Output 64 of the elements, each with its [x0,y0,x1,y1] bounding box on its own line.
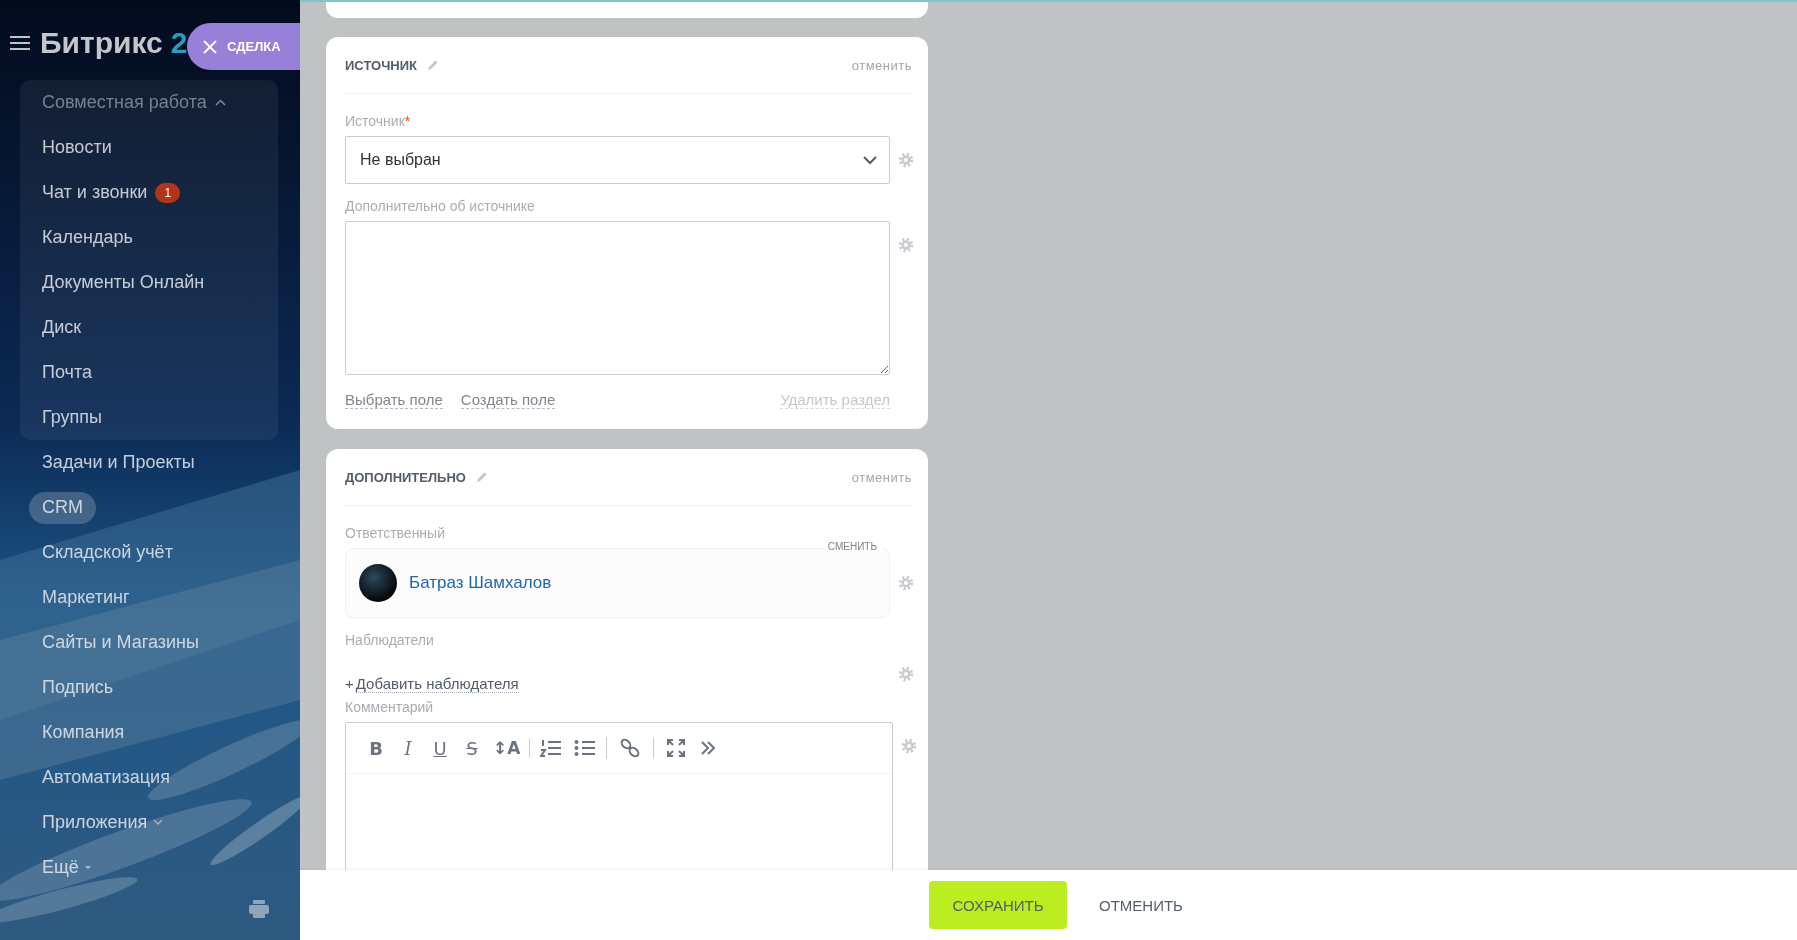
field-label: Ответственный [345,525,446,541]
sidebar-item[interactable]: Подпись [42,677,114,698]
field-link[interactable]: Создать поле [460,391,556,409]
cancel-link[interactable]: отменить [851,57,912,73]
strike-button[interactable]: S [458,734,486,762]
sidebar-item[interactable]: Новости [42,137,112,158]
change-link[interactable]: СМЕНИТЬ [822,541,882,552]
cancel-link[interactable]: отменить [851,469,912,485]
sidebar-item[interactable]: Компания [42,722,125,743]
font-size-button[interactable]: ↕A [490,734,524,762]
chevron-down-icon [153,819,164,826]
sidebar-item[interactable]: Почта [42,362,92,383]
sidebar-item[interactable]: Группы [42,407,102,428]
field-link[interactable]: Выбрать поле [345,391,443,409]
section-title: ИСТОЧНИК [345,57,417,73]
italic-button[interactable]: I [394,734,422,762]
avatar [359,564,397,602]
sidebar-item[interactable]: Документы Онлайн [42,272,205,293]
gear-icon[interactable] [898,237,914,253]
gear-icon[interactable] [898,666,914,682]
caret-icon [84,865,91,870]
close-icon [203,39,217,54]
group-title[interactable]: Совместная работа [42,92,226,113]
text-area[interactable] [345,221,890,375]
plus-sign: + [345,675,354,693]
sidebar-item[interactable]: Маркетинг [42,587,130,608]
sidebar-item[interactable]: Приложения [42,812,164,833]
sidebar-item[interactable]: CRM [29,491,96,524]
double-chevron-icon[interactable] [700,740,717,756]
cancel-button[interactable]: ОТМЕНИТЬ [1081,881,1201,929]
logo-number: 2 [170,26,188,60]
numbered-list-icon[interactable] [540,739,563,757]
link-icon[interactable] [619,737,642,759]
sidebar-item[interactable]: Чат и звонки [42,182,148,203]
fullscreen-icon[interactable] [666,738,687,758]
sidebar-item[interactable]: Ещё [42,857,91,878]
section-title: ДОПОЛНИТЕЛЬНО [345,469,466,485]
logo-text: Битрикс [40,26,163,60]
user-name-link[interactable]: Батраз Шамхалов [409,573,552,593]
sidebar-item[interactable]: Складской учёт [42,542,173,563]
pencil-icon[interactable] [475,471,488,483]
add-observer-link[interactable]: Добавить наблюдателя [355,675,519,693]
pencil-icon[interactable] [426,59,439,71]
chevron-down-icon [863,155,877,165]
field-label: Комментарий [345,699,435,715]
save-button[interactable]: СОХРАНИТЬ [929,881,1067,929]
close-deal-tab[interactable]: СДЕЛКА [187,23,300,70]
underline-button[interactable]: U [426,734,454,762]
sidebar-item[interactable]: Задачи и Проекты [42,452,195,473]
sidebar-item[interactable]: Диск [42,317,82,338]
field-label: Источник* [345,113,412,129]
sidebar-item[interactable]: Сайты и Магазины [42,632,199,653]
select-field[interactable]: Не выбран [345,136,890,184]
field-label: Наблюдатели [345,632,435,648]
field-label: Дополнительно об источнике [345,198,536,214]
bullet-list-icon[interactable] [574,739,597,757]
bold-button[interactable]: B [362,734,390,762]
sidebar-item[interactable]: Автоматизация [42,767,170,788]
gear-icon[interactable] [898,152,914,168]
printer-icon[interactable] [249,900,269,918]
sidebar-item[interactable]: Календарь [42,227,133,248]
menu-icon[interactable] [10,35,30,51]
gear-icon[interactable] [898,575,914,591]
gear-icon[interactable] [901,738,917,754]
